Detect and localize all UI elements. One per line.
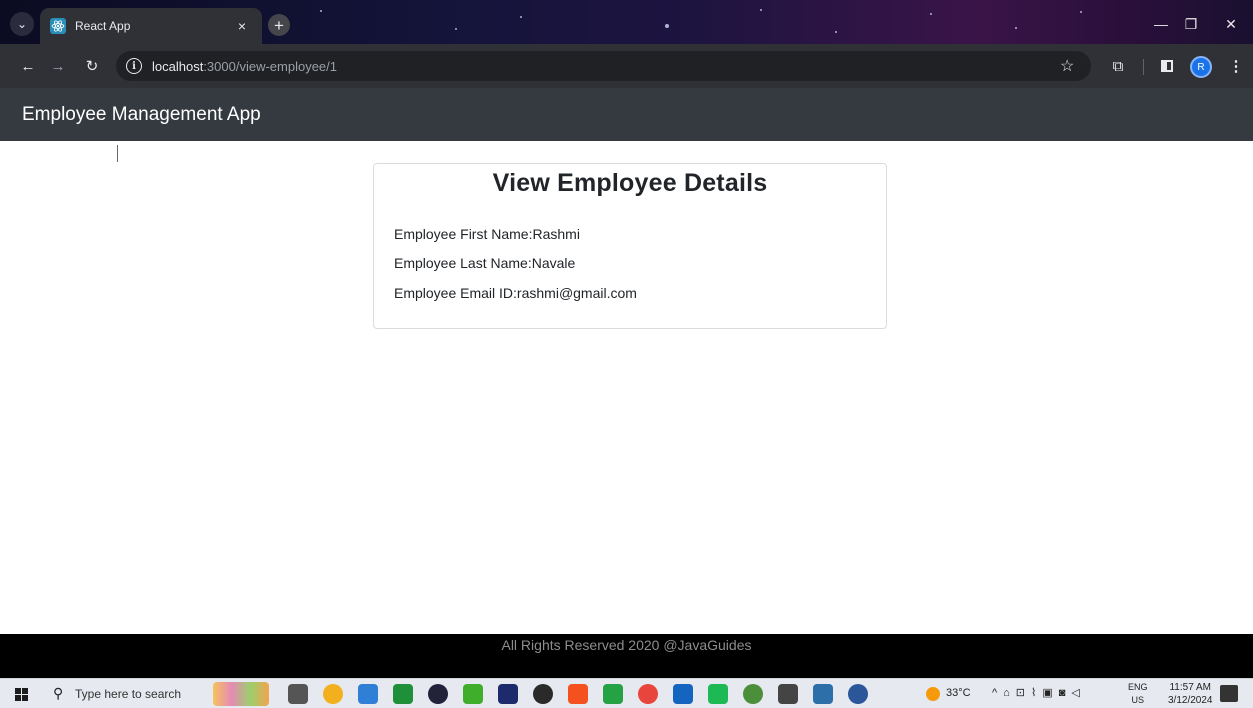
taskbar-app-icon[interactable] (288, 684, 308, 704)
star-icon[interactable]: ☆ (1060, 56, 1074, 76)
last-name-row: Employee Last Name:Navale (394, 255, 576, 271)
chevron-down-icon: ⌄ (16, 17, 28, 31)
taskbar-app-icon[interactable] (638, 684, 658, 704)
taskbar-app-icon[interactable] (428, 684, 448, 704)
address-bar[interactable]: i localhost:3000/view-employee/1 (116, 51, 1091, 81)
windows-start-icon[interactable] (15, 688, 28, 701)
side-panel-icon[interactable] (1157, 56, 1177, 76)
taskbar-app-icon[interactable] (848, 684, 868, 704)
react-icon (50, 18, 66, 34)
taskbar-app-icon[interactable] (603, 684, 623, 704)
info-icon[interactable]: i (126, 58, 142, 74)
taskbar-app-icon[interactable] (533, 684, 553, 704)
taskbar-app-icon[interactable] (743, 684, 763, 704)
puzzle-icon[interactable]: ⧉ (1108, 56, 1128, 76)
text-caret (117, 145, 118, 162)
url-host: localhost (152, 58, 204, 74)
tab-search-dropdown[interactable]: ⌄ (10, 12, 34, 36)
browser-toolbar: ← → ↻ i localhost:3000/view-employee/1 ☆… (0, 44, 1253, 88)
toolbar-divider (1143, 59, 1144, 75)
system-tray-icons[interactable]: ^⌂⊡⌇▣◙◁ (992, 686, 1086, 699)
temperature[interactable]: 33°C (946, 687, 971, 699)
employee-details-card: View Employee Details Employee First Nam… (373, 163, 887, 329)
arrow-right-icon[interactable]: → (48, 56, 68, 76)
main-content: View Employee Details Employee First Nam… (0, 141, 1253, 634)
taskbar-app-icon[interactable] (708, 684, 728, 704)
taskbar-search-input[interactable]: Type here to search (75, 687, 181, 701)
tab-react-app[interactable]: React App × (40, 8, 262, 44)
taskbar-app-icon[interactable] (498, 684, 518, 704)
tab-title: React App (75, 19, 131, 33)
close-window-icon[interactable]: ✕ (1215, 10, 1247, 38)
app-navbar: Employee Management App (0, 88, 1253, 141)
clock[interactable]: 11:57 AM 3/12/2024 (1168, 681, 1213, 707)
tab-strip: ⌄ React App × + — ❐ ✕ (0, 0, 1253, 44)
url-path: :3000/view-employee/1 (203, 58, 338, 74)
language-indicator[interactable]: ENG US (1128, 681, 1148, 707)
minimize-icon[interactable]: — (1145, 10, 1177, 38)
taskbar-app-icon[interactable] (813, 684, 833, 704)
email-row: Employee Email ID:rashmi@gmail.com (394, 285, 637, 301)
app-footer: All Rights Reserved 2020 @JavaGuides (0, 634, 1253, 678)
app-brand[interactable]: Employee Management App (22, 104, 261, 126)
taskbar-app-icon[interactable] (463, 684, 483, 704)
profile-avatar[interactable]: R (1190, 56, 1212, 78)
footer-text: All Rights Reserved 2020 @JavaGuides (501, 637, 752, 653)
restore-icon[interactable]: ❐ (1175, 10, 1207, 38)
taskbar-app-icon[interactable] (358, 684, 378, 704)
taskbar-app-icon[interactable] (778, 684, 798, 704)
notification-icon[interactable] (1220, 685, 1238, 702)
windows-taskbar: ⚲ Type here to search 33°C ^⌂⊡⌇▣◙◁ ENG US… (0, 678, 1253, 708)
close-tab-icon[interactable]: × (232, 18, 252, 34)
reload-icon[interactable]: ↻ (82, 56, 102, 76)
kebab-menu-icon[interactable]: ⋮ (1226, 56, 1246, 76)
browser-window: ⌄ React App × + — ❐ ✕ ← → ↻ i localhost:… (0, 0, 1253, 708)
arrow-left-icon[interactable]: ← (18, 56, 38, 76)
flowers-widget-icon[interactable] (213, 682, 269, 706)
taskbar-app-icon[interactable] (323, 684, 343, 704)
first-name-row: Employee First Name:Rashmi (394, 226, 580, 242)
search-icon[interactable]: ⚲ (53, 685, 63, 702)
taskbar-app-icon[interactable] (673, 684, 693, 704)
page-title: View Employee Details (492, 169, 768, 197)
new-tab-button[interactable]: + (268, 14, 290, 36)
taskbar-app-icon[interactable] (393, 684, 413, 704)
weather-icon[interactable] (926, 687, 940, 701)
taskbar-app-icon[interactable] (568, 684, 588, 704)
